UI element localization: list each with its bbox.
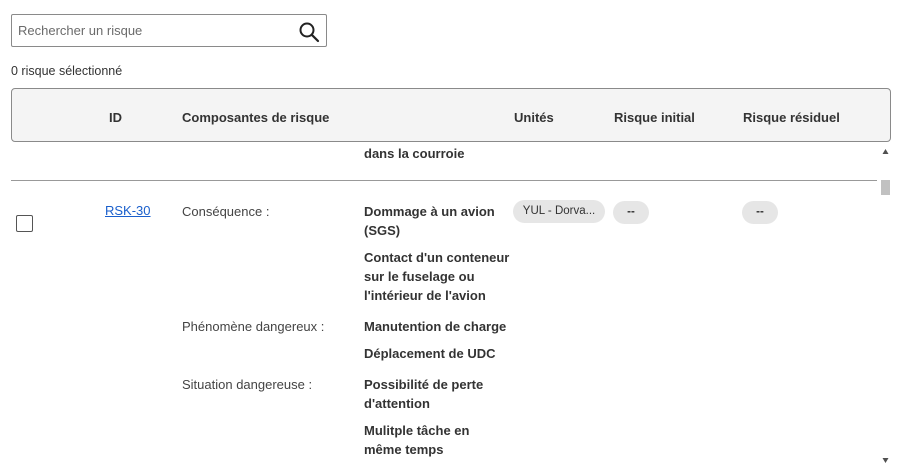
selection-count: 0 risque sélectionné [11,64,123,78]
phenomenon-item: Déplacement de UDC [364,346,496,361]
search-icon[interactable] [298,21,320,43]
row-divider [11,180,877,181]
situation-item: Mulitple tâche en même temps [364,423,470,457]
previous-row-text: dans la courroie [364,146,465,161]
column-header-initial-risk[interactable]: Risque initial [614,110,695,125]
column-header-residual-risk[interactable]: Risque résiduel [743,110,840,125]
row-select-checkbox[interactable] [16,215,33,232]
phenomenon-label: Phénomène dangereux : [182,319,325,334]
consequence-item: Dommage à un avion (SGS) [364,204,495,238]
column-header-units[interactable]: Unités [514,110,554,125]
column-header-components[interactable]: Composantes de risque [182,110,329,125]
search-input[interactable] [12,15,288,46]
scrollbar-thumb[interactable] [881,180,890,195]
phenomenon-item: Manutention de charge [364,319,507,334]
search-box[interactable] [11,14,327,47]
situation-label: Situation dangereuse : [182,377,313,392]
consequence-label: Conséquence : [182,204,270,219]
initial-risk-badge: -- [613,201,649,224]
situation-item: Possibilité de perte d'attention [364,377,484,411]
unit-badge: YUL - Dorva... [513,200,605,223]
residual-risk-badge: -- [742,201,778,224]
consequence-item: Contact d'un conteneur sur le fuselage o… [364,250,510,303]
table-body[interactable]: dans la courroie RSK-30 Conséquence : Do… [0,143,878,469]
vertical-scrollbar[interactable] [879,143,892,469]
scroll-up-arrow-icon[interactable] [879,146,892,158]
table-header: ID Composantes de risque Unités Risque i… [11,88,891,142]
scroll-down-arrow-icon[interactable] [879,454,892,466]
column-header-id[interactable]: ID [109,110,122,125]
risk-id-link[interactable]: RSK-30 [105,203,151,218]
